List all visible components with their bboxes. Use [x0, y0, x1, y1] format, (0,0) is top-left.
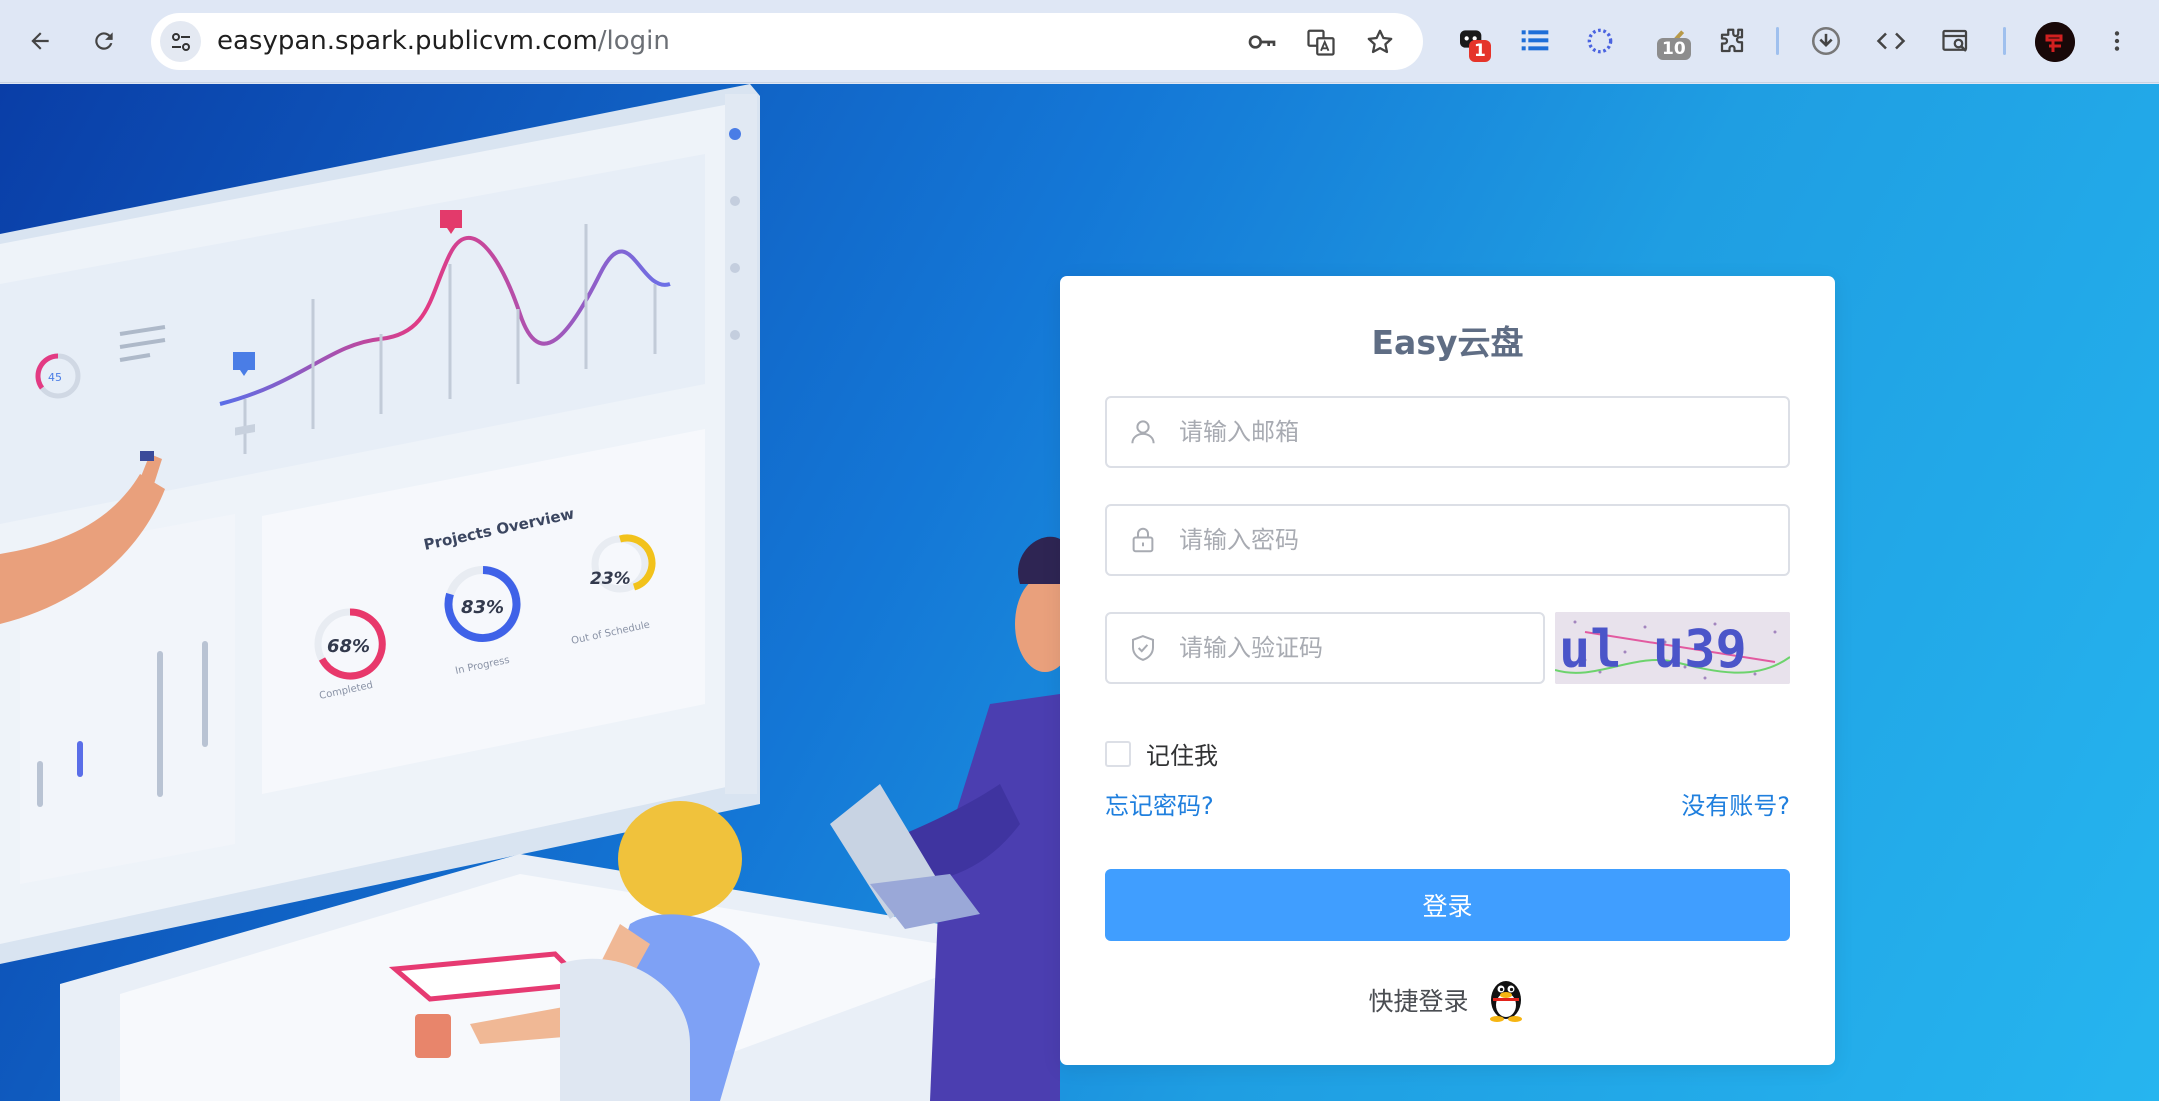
- toolbar-separator: [1776, 27, 1779, 55]
- extension-badge: 10: [1657, 38, 1691, 60]
- email-field[interactable]: [1105, 396, 1790, 468]
- url-path: /login: [597, 26, 670, 56]
- password-input[interactable]: [1179, 506, 1788, 574]
- register-link[interactable]: 没有账号?: [1681, 786, 1790, 821]
- stat-in-progress-value: 83%: [461, 597, 504, 618]
- back-button[interactable]: [16, 17, 64, 65]
- qq-penguin-icon[interactable]: [1485, 974, 1527, 1026]
- devtools-code-icon[interactable]: [1870, 20, 1912, 62]
- download-icon[interactable]: [1805, 20, 1847, 62]
- lock-icon: [1107, 506, 1179, 574]
- reload-icon: [95, 32, 113, 50]
- remember-checkbox[interactable]: [1105, 740, 1131, 767]
- tune-icon: [171, 32, 190, 51]
- stat-out-of-schedule-value: 23%: [590, 569, 631, 589]
- menu-kebab-icon[interactable]: [2096, 20, 2138, 62]
- user-icon: [1107, 398, 1179, 466]
- profile-avatar[interactable]: [2035, 22, 2075, 62]
- captcha-field[interactable]: [1105, 612, 1545, 684]
- login-card: Easy云盘 请输入邮箱 请输入验证码 ul u39 记住我 忘记密码? 没有账…: [1060, 276, 1835, 1065]
- reload-button[interactable]: [80, 17, 128, 65]
- quick-login: 快捷登录: [1060, 974, 1835, 1026]
- forgot-password-link[interactable]: 忘记密码?: [1105, 786, 1214, 821]
- site-info-button[interactable]: [160, 21, 201, 62]
- tab-search-icon[interactable]: [1935, 20, 1977, 62]
- url-text: easypan.spark.publicvm.com/login: [217, 26, 670, 56]
- translate-icon[interactable]: [1304, 25, 1338, 59]
- captcha-image[interactable]: ul u39: [1555, 612, 1790, 684]
- password-key-icon[interactable]: [1245, 25, 1279, 59]
- extension-badge: 1: [1469, 40, 1491, 62]
- browser-toolbar: easypan.spark.publicvm.com/login 1 10: [0, 0, 2159, 83]
- gauge-small-value: 45: [48, 371, 62, 384]
- dashboard-illustration: 45 Projects Overview 68% Completed 83% I…: [0, 84, 1060, 1101]
- extension-circle-icon[interactable]: [1579, 20, 1621, 62]
- extension-list-icon[interactable]: [1514, 20, 1556, 62]
- extension-check-icon[interactable]: 10: [1651, 20, 1693, 62]
- url-host: easypan.spark.publicvm.com: [217, 26, 598, 56]
- password-field[interactable]: [1105, 504, 1790, 576]
- login-title: Easy云盘: [1371, 323, 1524, 362]
- back-arrow-icon: [31, 32, 49, 50]
- login-page: 45 Projects Overview 68% Completed 83% I…: [0, 84, 2159, 1101]
- captcha-text: ul u39: [1559, 620, 1747, 680]
- email-input[interactable]: [1179, 398, 1788, 466]
- remember-label: 记住我: [1146, 742, 1218, 770]
- toolbar-separator: [2003, 27, 2006, 55]
- remember-me[interactable]: 记住我: [1105, 736, 1218, 771]
- address-bar[interactable]: easypan.spark.publicvm.com/login: [151, 13, 1423, 70]
- bookmark-star-icon[interactable]: [1363, 25, 1397, 59]
- extensions-puzzle-icon[interactable]: [1711, 20, 1753, 62]
- stat-completed-value: 68%: [327, 636, 370, 657]
- extension-chat-icon[interactable]: 1: [1451, 20, 1493, 62]
- shield-check-icon: [1107, 614, 1179, 682]
- login-button[interactable]: 登录: [1105, 869, 1790, 941]
- captcha-input[interactable]: [1179, 614, 1543, 682]
- quick-login-label: 快捷登录: [1368, 987, 1469, 1016]
